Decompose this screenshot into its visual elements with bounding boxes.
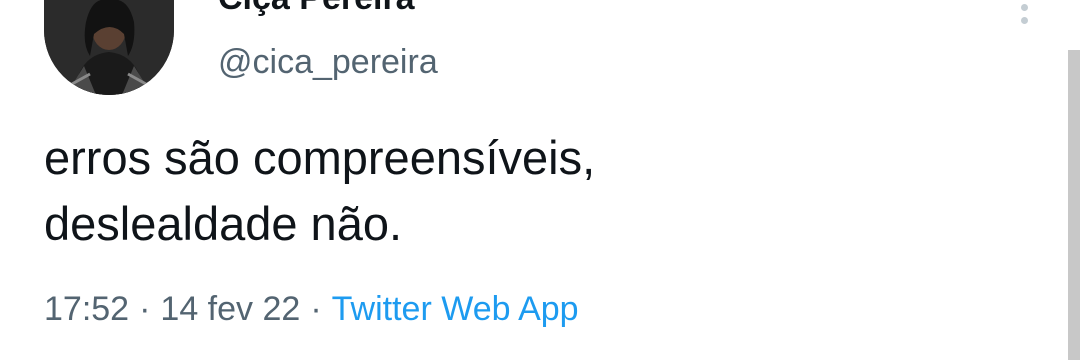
tweet-text: erros são compreensíveis, deslealdade nã… [44, 125, 1004, 257]
avatar-photo [44, 0, 174, 95]
vertical-ellipsis-icon [1021, 17, 1028, 24]
tweet-date[interactable]: 14 fev 22 [160, 290, 300, 328]
vertical-ellipsis-icon [1021, 4, 1028, 11]
scrollbar[interactable] [1068, 50, 1080, 360]
tweet-text-line: deslealdade não. [44, 197, 403, 250]
tweet-meta: 17:52 · 14 fev 22 · Twitter Web App [44, 289, 579, 329]
user-handle[interactable]: @cica_pereira [218, 42, 438, 82]
tweet-time[interactable]: 17:52 [44, 290, 129, 328]
tweet: Ciça Pereira @cica_pereira erros são com… [0, 0, 1080, 360]
meta-separator: · [139, 290, 151, 328]
display-name[interactable]: Ciça Pereira [218, 0, 415, 18]
tweet-text-line: erros são compreensíveis, [44, 131, 596, 184]
more-options-button[interactable] [1010, 0, 1040, 32]
meta-separator: · [310, 290, 322, 328]
tweet-source-link[interactable]: Twitter Web App [332, 290, 579, 328]
avatar[interactable] [44, 0, 174, 95]
